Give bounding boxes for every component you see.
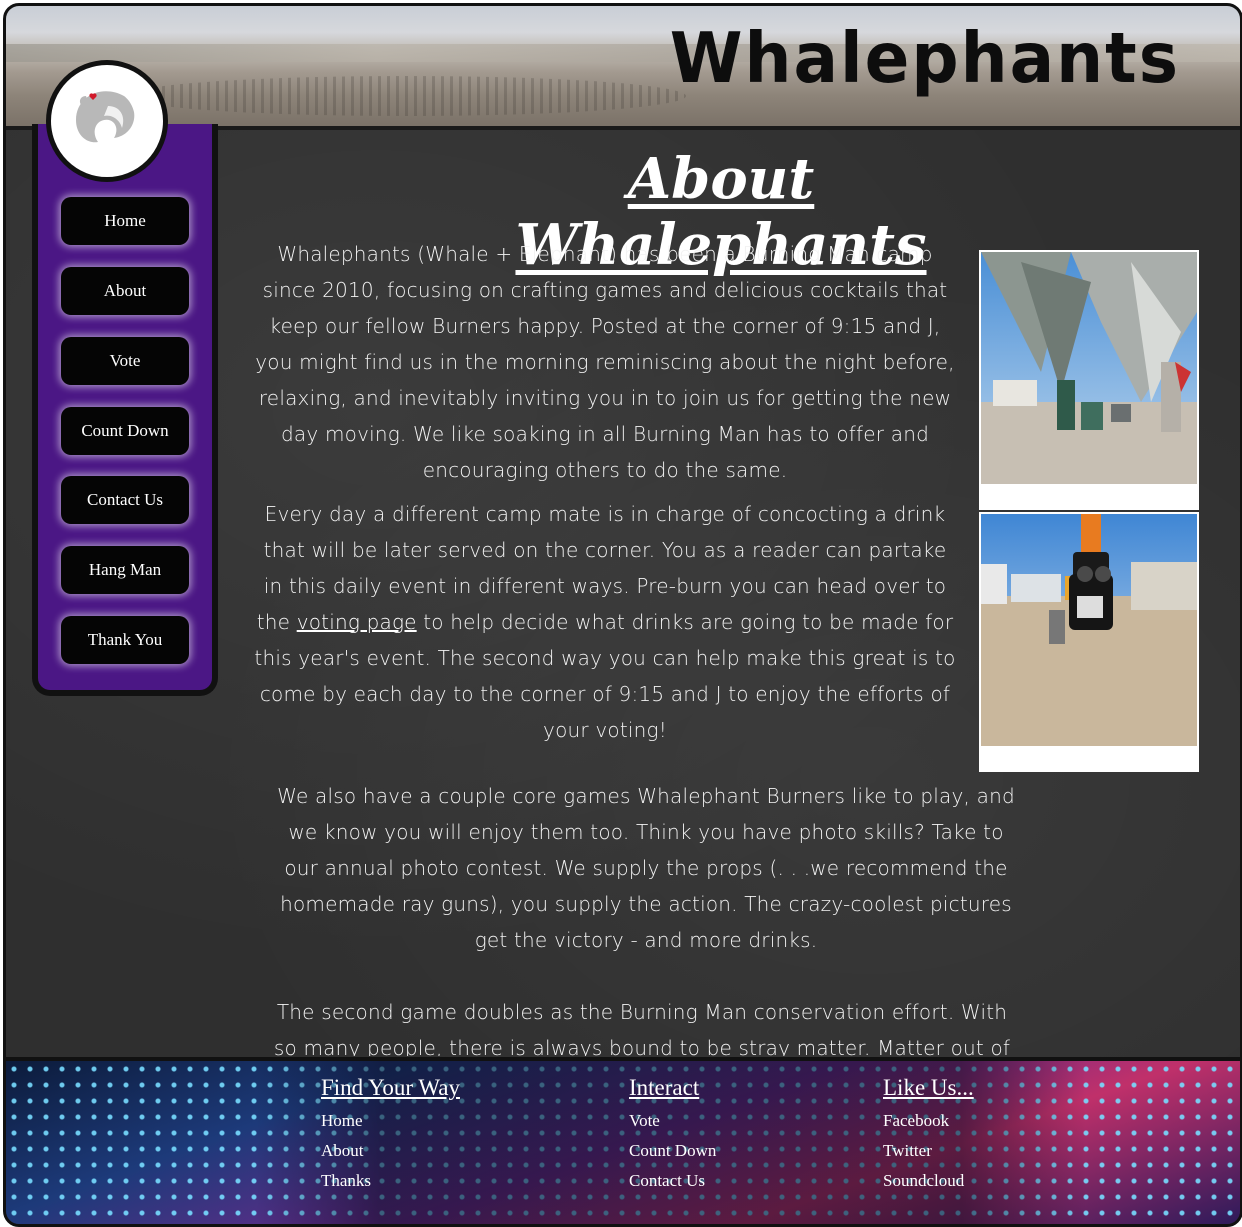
footer-link-thanks[interactable]: Thanks <box>321 1171 460 1191</box>
footer-link-vote[interactable]: Vote <box>629 1111 716 1131</box>
whalephant-logo-icon-graphic <box>76 91 135 143</box>
sidebar-item-about[interactable]: About <box>61 267 189 315</box>
footer-column-interact: Interact Vote Count Down Contact Us <box>629 1075 716 1201</box>
sidebar-item-vote[interactable]: Vote <box>61 337 189 385</box>
banner-camp-city <box>126 76 686 116</box>
footer-column-like-us: Like Us... Facebook Twitter Soundcloud <box>883 1075 974 1201</box>
footer-link-about[interactable]: About <box>321 1141 460 1161</box>
sidebar-item-count-down[interactable]: Count Down <box>61 407 189 455</box>
footer: Find Your Way Home About Thanks Interact… <box>6 1057 1240 1224</box>
site-title: Whalephants <box>669 18 1180 99</box>
about-paragraph-1: Whalephants (Whale + Elephant) has been … <box>255 242 955 482</box>
footer-link-facebook[interactable]: Facebook <box>883 1111 974 1131</box>
footer-link-count-down[interactable]: Count Down <box>629 1141 716 1161</box>
header-banner: Whalephants <box>6 6 1240 130</box>
footer-heading-find-your-way: Find Your Way <box>321 1075 460 1100</box>
footer-link-home[interactable]: Home <box>321 1111 460 1131</box>
camp-sculpture-photo <box>979 512 1199 772</box>
voting-page-link[interactable]: voting page <box>297 610 417 634</box>
about-paragraph-2: Every day a different camp mate is in ch… <box>252 496 958 748</box>
camp-tent-photo <box>979 250 1199 510</box>
footer-link-contact-us[interactable]: Contact Us <box>629 1171 716 1191</box>
footer-link-twitter[interactable]: Twitter <box>883 1141 974 1161</box>
sidebar-item-home[interactable]: Home <box>61 197 189 245</box>
whalephant-logo-icon[interactable] <box>46 60 168 182</box>
sidebar-item-contact-us[interactable]: Contact Us <box>61 476 189 524</box>
about-paragraph-4: The second game doubles as the Burning M… <box>273 1000 1011 1056</box>
camp-sculpture-photo-image <box>981 514 1197 746</box>
page-frame: Whalephants Home About Vote Count Down C… <box>3 3 1242 1227</box>
sidebar-item-thank-you[interactable]: Thank You <box>61 616 189 664</box>
footer-column-find-your-way: Find Your Way Home About Thanks <box>321 1075 460 1201</box>
about-paragraph-3: We also have a couple core games Whaleph… <box>277 784 1015 952</box>
sidebar-item-hang-man[interactable]: Hang Man <box>61 546 189 594</box>
footer-heading-like-us: Like Us... <box>883 1075 974 1100</box>
footer-heading-interact: Interact <box>629 1075 700 1100</box>
footer-link-soundcloud[interactable]: Soundcloud <box>883 1171 974 1191</box>
camp-tent-photo-image <box>981 252 1197 484</box>
